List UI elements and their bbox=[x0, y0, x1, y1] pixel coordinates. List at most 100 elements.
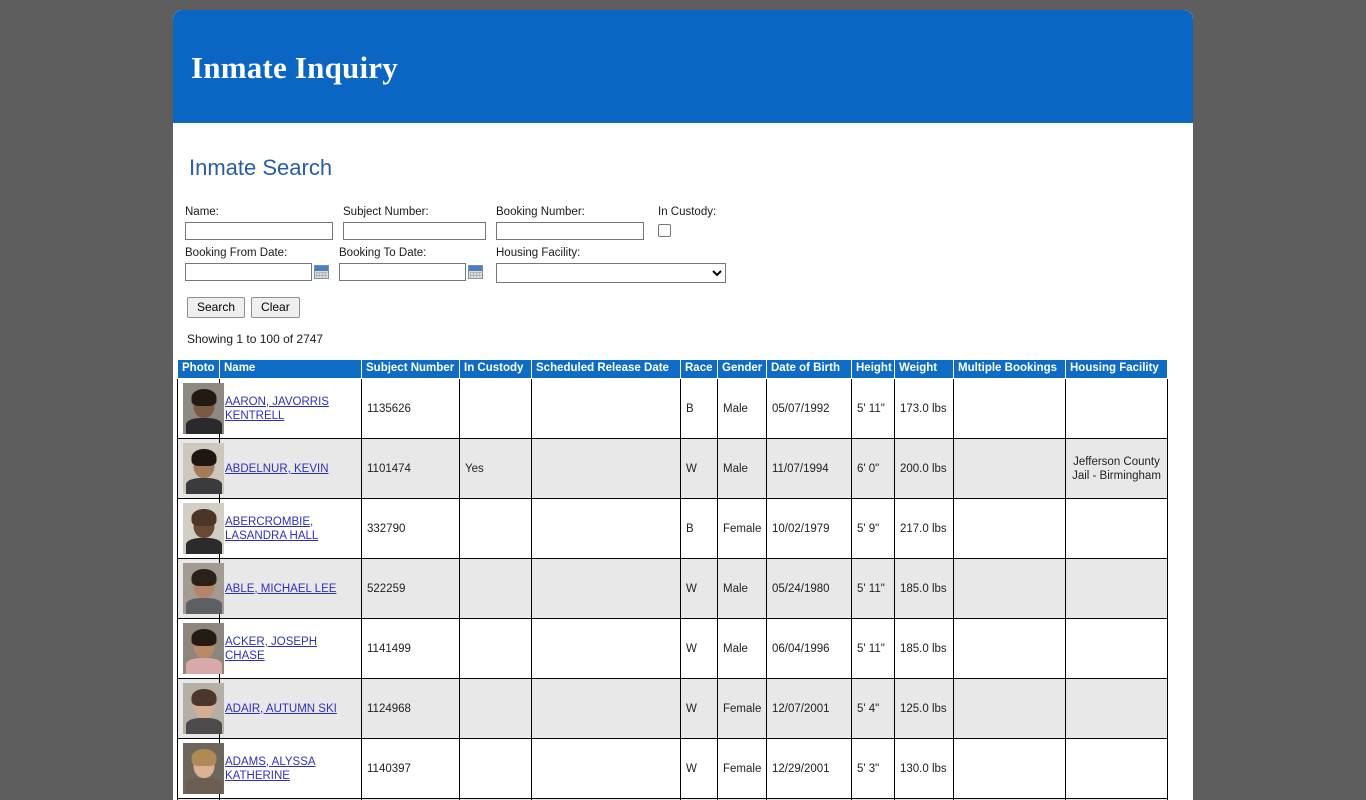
inmate-subject-number-cell: 1101474 bbox=[362, 439, 460, 499]
column-header-gender[interactable]: Gender bbox=[718, 360, 767, 379]
subject-number-label: Subject Number: bbox=[343, 205, 486, 219]
inmate-photo-cell bbox=[178, 739, 220, 799]
column-header-photo[interactable]: Photo bbox=[178, 360, 220, 379]
booking-from-date-field-group: Booking From Date: bbox=[185, 246, 329, 281]
inmate-multiple-bookings-cell bbox=[954, 559, 1066, 619]
inmate-housing-facility-cell bbox=[1066, 679, 1168, 739]
banner-title: Inmate Inquiry bbox=[191, 52, 398, 83]
inmate-name-cell: ABLE, MICHAEL LEE bbox=[220, 559, 362, 619]
inmate-name-link[interactable]: ABDELNUR, KEVIN bbox=[225, 463, 329, 475]
inmate-release-date-cell bbox=[532, 679, 681, 739]
inmate-name-cell: ABERCROMBIE, LASANDRA HALL bbox=[220, 499, 362, 559]
inmate-name-cell: ABDELNUR, KEVIN bbox=[220, 439, 362, 499]
in-custody-checkbox[interactable] bbox=[658, 224, 671, 237]
calendar-icon[interactable] bbox=[314, 265, 329, 279]
inmate-release-date-cell bbox=[532, 739, 681, 799]
column-header-in-custody[interactable]: In Custody bbox=[460, 360, 532, 379]
inmate-height-cell: 5' 11" bbox=[852, 619, 895, 679]
inmate-release-date-cell bbox=[532, 619, 681, 679]
inmate-in-custody-cell bbox=[460, 679, 532, 739]
housing-facility-field-group: Housing Facility: bbox=[496, 246, 726, 283]
housing-facility-select[interactable] bbox=[496, 263, 726, 283]
inmate-photo-cell bbox=[178, 379, 220, 439]
name-field-group: Name: bbox=[185, 205, 333, 240]
booking-to-date-input[interactable] bbox=[339, 263, 466, 281]
column-header-name[interactable]: Name bbox=[220, 360, 362, 379]
inmate-housing-facility-cell: Jefferson County Jail - Birmingham bbox=[1066, 439, 1168, 499]
mugshot-photo bbox=[183, 743, 224, 794]
housing-facility-label: Housing Facility: bbox=[496, 246, 726, 260]
inmate-race-cell: W bbox=[681, 559, 718, 619]
inmate-multiple-bookings-cell bbox=[954, 439, 1066, 499]
results-table-head: Photo Name Subject Number In Custody Sch… bbox=[178, 360, 1168, 379]
booking-to-date-field-group: Booking To Date: bbox=[339, 246, 483, 281]
name-input[interactable] bbox=[185, 222, 333, 240]
column-header-height[interactable]: Height bbox=[852, 360, 895, 379]
inmate-name-link[interactable]: ACKER, JOSEPH CHASE bbox=[225, 636, 317, 662]
booking-from-date-label: Booking From Date: bbox=[185, 246, 329, 260]
column-header-weight[interactable]: Weight bbox=[895, 360, 954, 379]
inmate-name-link[interactable]: ABLE, MICHAEL LEE bbox=[225, 583, 336, 595]
inmate-name-link[interactable]: ABERCROMBIE, LASANDRA HALL bbox=[225, 516, 318, 542]
inmate-name-link[interactable]: ADAMS, ALYSSA KATHERINE bbox=[225, 756, 316, 782]
inmate-race-cell: W bbox=[681, 439, 718, 499]
booking-to-date-wrap bbox=[339, 263, 483, 281]
inmate-results-table: Photo Name Subject Number In Custody Sch… bbox=[177, 359, 1168, 800]
inmate-race-cell: B bbox=[681, 499, 718, 559]
inmate-gender-cell: Male bbox=[718, 559, 767, 619]
inmate-subject-number-cell: 1141499 bbox=[362, 619, 460, 679]
column-header-housing-facility[interactable]: Housing Facility bbox=[1066, 360, 1168, 379]
booking-to-date-label: Booking To Date: bbox=[339, 246, 483, 260]
inmate-dob-cell: 12/29/2001 bbox=[767, 739, 852, 799]
inmate-race-cell: W bbox=[681, 619, 718, 679]
inmate-name-link[interactable]: AARON, JAVORRIS KENTRELL bbox=[225, 396, 329, 422]
clear-button[interactable]: Clear bbox=[251, 297, 300, 318]
inmate-subject-number-cell: 1140397 bbox=[362, 739, 460, 799]
inmate-weight-cell: 185.0 lbs bbox=[895, 559, 954, 619]
booking-number-input[interactable] bbox=[496, 222, 644, 240]
booking-number-field-group: Booking Number: bbox=[496, 205, 644, 240]
booking-from-date-input[interactable] bbox=[185, 263, 312, 281]
inmate-name-cell: AARON, JAVORRIS KENTRELL bbox=[220, 379, 362, 439]
calendar-icon[interactable] bbox=[468, 265, 483, 279]
inmate-in-custody-cell bbox=[460, 739, 532, 799]
page-container: Inmate Inquiry Inmate Search Name: Subje… bbox=[173, 10, 1193, 800]
results-count-text: Showing 1 to 100 of 2747 bbox=[185, 318, 1193, 346]
inmate-name-link[interactable]: ADAIR, AUTUMN SKI bbox=[225, 703, 337, 715]
column-header-race[interactable]: Race bbox=[681, 360, 718, 379]
inmate-in-custody-cell bbox=[460, 619, 532, 679]
column-header-date-of-birth[interactable]: Date of Birth bbox=[767, 360, 852, 379]
inmate-in-custody-cell: Yes bbox=[460, 439, 532, 499]
inmate-height-cell: 5' 9" bbox=[852, 499, 895, 559]
inmate-name-cell: ACKER, JOSEPH CHASE bbox=[220, 619, 362, 679]
inmate-weight-cell: 130.0 lbs bbox=[895, 739, 954, 799]
inmate-multiple-bookings-cell bbox=[954, 739, 1066, 799]
inmate-gender-cell: Female bbox=[718, 739, 767, 799]
page-title: Inmate Search bbox=[173, 123, 1193, 179]
inmate-photo-cell bbox=[178, 499, 220, 559]
search-form-buttons: Search Clear bbox=[185, 283, 1193, 318]
inmate-dob-cell: 11/07/1994 bbox=[767, 439, 852, 499]
results-table-wrap: Photo Name Subject Number In Custody Sch… bbox=[173, 346, 1193, 800]
inmate-housing-facility-cell bbox=[1066, 379, 1168, 439]
inmate-release-date-cell bbox=[532, 559, 681, 619]
inmate-weight-cell: 217.0 lbs bbox=[895, 499, 954, 559]
inmate-gender-cell: Male bbox=[718, 439, 767, 499]
search-button[interactable]: Search bbox=[187, 297, 245, 318]
results-table-body: AARON, JAVORRIS KENTRELL1135626BMale05/0… bbox=[178, 379, 1168, 800]
inmate-gender-cell: Male bbox=[718, 619, 767, 679]
inmate-subject-number-cell: 332790 bbox=[362, 499, 460, 559]
inmate-height-cell: 5' 11" bbox=[852, 559, 895, 619]
column-header-release-date[interactable]: Scheduled Release Date bbox=[532, 360, 681, 379]
inmate-race-cell: W bbox=[681, 679, 718, 739]
column-header-multiple-bookings[interactable]: Multiple Bookings bbox=[954, 360, 1066, 379]
inmate-gender-cell: Male bbox=[718, 379, 767, 439]
column-header-subject-number[interactable]: Subject Number bbox=[362, 360, 460, 379]
inmate-photo-cell bbox=[178, 439, 220, 499]
name-label: Name: bbox=[185, 205, 333, 219]
inmate-height-cell: 6' 0" bbox=[852, 439, 895, 499]
inmate-housing-facility-cell bbox=[1066, 499, 1168, 559]
inmate-subject-number-cell: 1124968 bbox=[362, 679, 460, 739]
subject-number-input[interactable] bbox=[343, 222, 486, 240]
mugshot-photo bbox=[183, 503, 224, 554]
